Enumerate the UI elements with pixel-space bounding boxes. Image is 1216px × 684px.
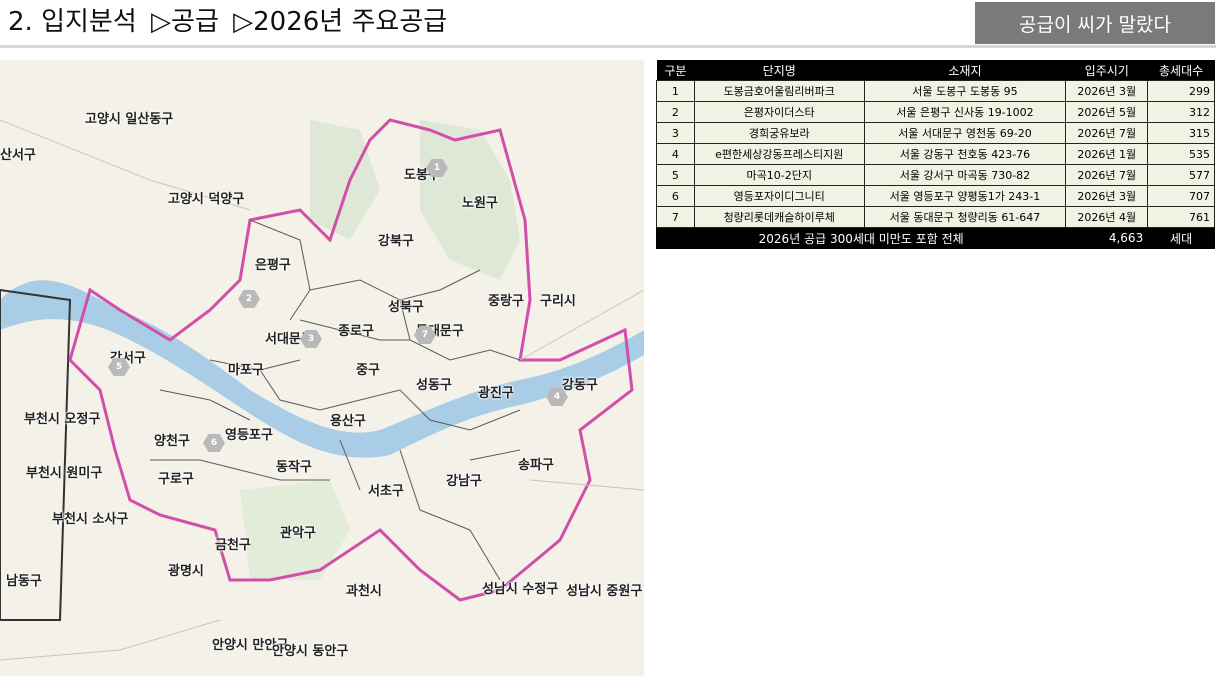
title-divider [0,45,1216,48]
total-value: 4,663 [1065,227,1149,249]
title-supply: ▷공급 [151,7,219,37]
title-section: 2. 입지분석 [8,7,137,37]
map-label: 부천시 소사구 [52,512,129,527]
map-label: 성남시 중원구 [566,584,643,599]
map-label: 부천시 원미구 [26,466,103,481]
cell-location: 서울 동대문구 청량리동 61-647 [863,206,1067,228]
map-label: 강북구 [378,234,414,249]
map-label: 고양시 덕양구 [168,192,245,207]
cell-move-in: 2026년 1월 [1065,143,1149,165]
supply-table: 구분 단지명 소재지 입주시기 총세대수 1 도봉금호어울림리버파크 서울 도봉… [655,60,1215,249]
title-2026: ▷2026년 주요공급 [233,7,448,37]
cell-location: 서울 서대문구 영천동 69-20 [863,122,1067,144]
table-row: 3 경희궁유보라 서울 서대문구 영천동 69-20 2026년 7월 315 [656,122,1215,144]
map-label: 종로구 [338,324,374,339]
cell-complex: 은평자이더스타 [693,101,865,123]
cell-units: 315 [1147,122,1215,144]
map-label: 광진구 [478,386,514,401]
cell-location: 서울 강동구 천호동 423-76 [863,143,1067,165]
cell-complex: 영등포자이디그니티 [693,185,865,207]
map-label: 산서구 [0,148,36,163]
map-label: 광명시 [168,564,204,579]
cell-units: 707 [1147,185,1215,207]
table-row: 6 영등포자이디그니티 서울 영등포구 양평동1가 243-1 2026년 3월… [656,185,1215,207]
cell-complex: e편한세상강동프레스티지원 [693,143,865,165]
header-move-in: 입주시기 [1065,60,1148,81]
header-complex: 단지명 [694,60,865,81]
table-row: 2 은평자이더스타 서울 은평구 신사동 19-1002 2026년 5월 31… [656,101,1215,123]
total-unit: 세대 [1147,227,1215,249]
cell-complex: 도봉금호어울림리버파크 [693,80,865,102]
map-label: 고양시 일산동구 [85,112,174,127]
cell-complex: 청량리롯데캐슬하이루체 [693,206,865,228]
map-label: 강남구 [446,474,482,489]
table-row: 5 마곡10-2단지 서울 강서구 마곡동 730-82 2026년 7월 57… [656,164,1215,186]
map-label: 구리시 [540,294,576,309]
cell-no: 2 [656,101,695,123]
table-total-row: 2026년 공급 300세대 미만도 포함 전체 4,663 세대 [655,227,1215,249]
table-row: 4 e편한세상강동프레스티지원 서울 강동구 천호동 423-76 2026년 … [656,143,1215,165]
map-label: 중구 [356,363,380,378]
cell-location: 서울 은평구 신사동 19-1002 [863,101,1067,123]
cell-move-in: 2026년 7월 [1065,164,1149,186]
cell-no: 7 [656,206,695,228]
cell-units: 299 [1147,80,1215,102]
map-label: 구로구 [158,472,194,487]
map-label: 은평구 [255,258,291,273]
map-label: 금천구 [215,538,251,553]
map-label: 안양시 동안구 [272,644,349,659]
header-location: 소재지 [864,60,1066,81]
headline-badge: 공급이 씨가 말랐다 [975,2,1215,44]
seoul-map: 고양시 일산동구 산서구 고양시 덕양구 도봉구 노원구 강북구 은평구 성북구… [0,60,644,676]
cell-units: 312 [1147,101,1215,123]
cell-no: 6 [656,185,695,207]
map-label: 서초구 [368,484,404,499]
map-label: 동작구 [276,460,312,475]
cell-no: 3 [656,122,695,144]
map-label: 성북구 [388,300,424,315]
map-label: 마포구 [228,363,264,378]
map-label: 용산구 [330,414,366,429]
cell-no: 4 [656,143,695,165]
table-header: 구분 단지명 소재지 입주시기 총세대수 [656,60,1215,81]
header-category: 구분 [656,60,695,81]
map-label: 강동구 [562,378,598,393]
map-label: 성동구 [416,378,452,393]
cell-location: 서울 영등포구 양평동1가 243-1 [863,185,1067,207]
cell-units: 761 [1147,206,1215,228]
map-label: 관악구 [280,526,316,541]
cell-move-in: 2026년 7월 [1065,122,1149,144]
cell-units: 577 [1147,164,1215,186]
map-label: 과천시 [346,584,382,599]
map-label: 영등포구 [225,428,273,443]
map-label: 중랑구 [488,294,524,309]
cell-no: 5 [656,164,695,186]
table-row: 7 청량리롯데캐슬하이루체 서울 동대문구 청량리동 61-647 2026년 … [656,206,1215,228]
cell-location: 서울 도봉구 도봉동 95 [863,80,1067,102]
map-label: 부천시 오정구 [24,412,101,427]
map-label: 성남시 수정구 [482,582,559,597]
cell-location: 서울 강서구 마곡동 730-82 [863,164,1067,186]
cell-move-in: 2026년 5월 [1065,101,1149,123]
cell-complex: 마곡10-2단지 [693,164,865,186]
total-label: 2026년 공급 300세대 미만도 포함 전체 [655,227,1067,249]
cell-move-in: 2026년 4월 [1065,206,1149,228]
header-units: 총세대수 [1147,60,1215,81]
cell-complex: 경희궁유보라 [693,122,865,144]
map-label: 송파구 [518,458,554,473]
map-label: 양천구 [154,434,190,449]
cell-units: 535 [1147,143,1215,165]
map-label: 남동구 [6,574,42,589]
cell-move-in: 2026년 3월 [1065,185,1149,207]
page-title: 2. 입지분석 ▷공급 ▷2026년 주요공급 [8,2,453,42]
map-label: 노원구 [462,196,498,211]
table-row: 1 도봉금호어울림리버파크 서울 도봉구 도봉동 95 2026년 3월 299 [656,80,1215,102]
cell-move-in: 2026년 3월 [1065,80,1149,102]
cell-no: 1 [656,80,695,102]
